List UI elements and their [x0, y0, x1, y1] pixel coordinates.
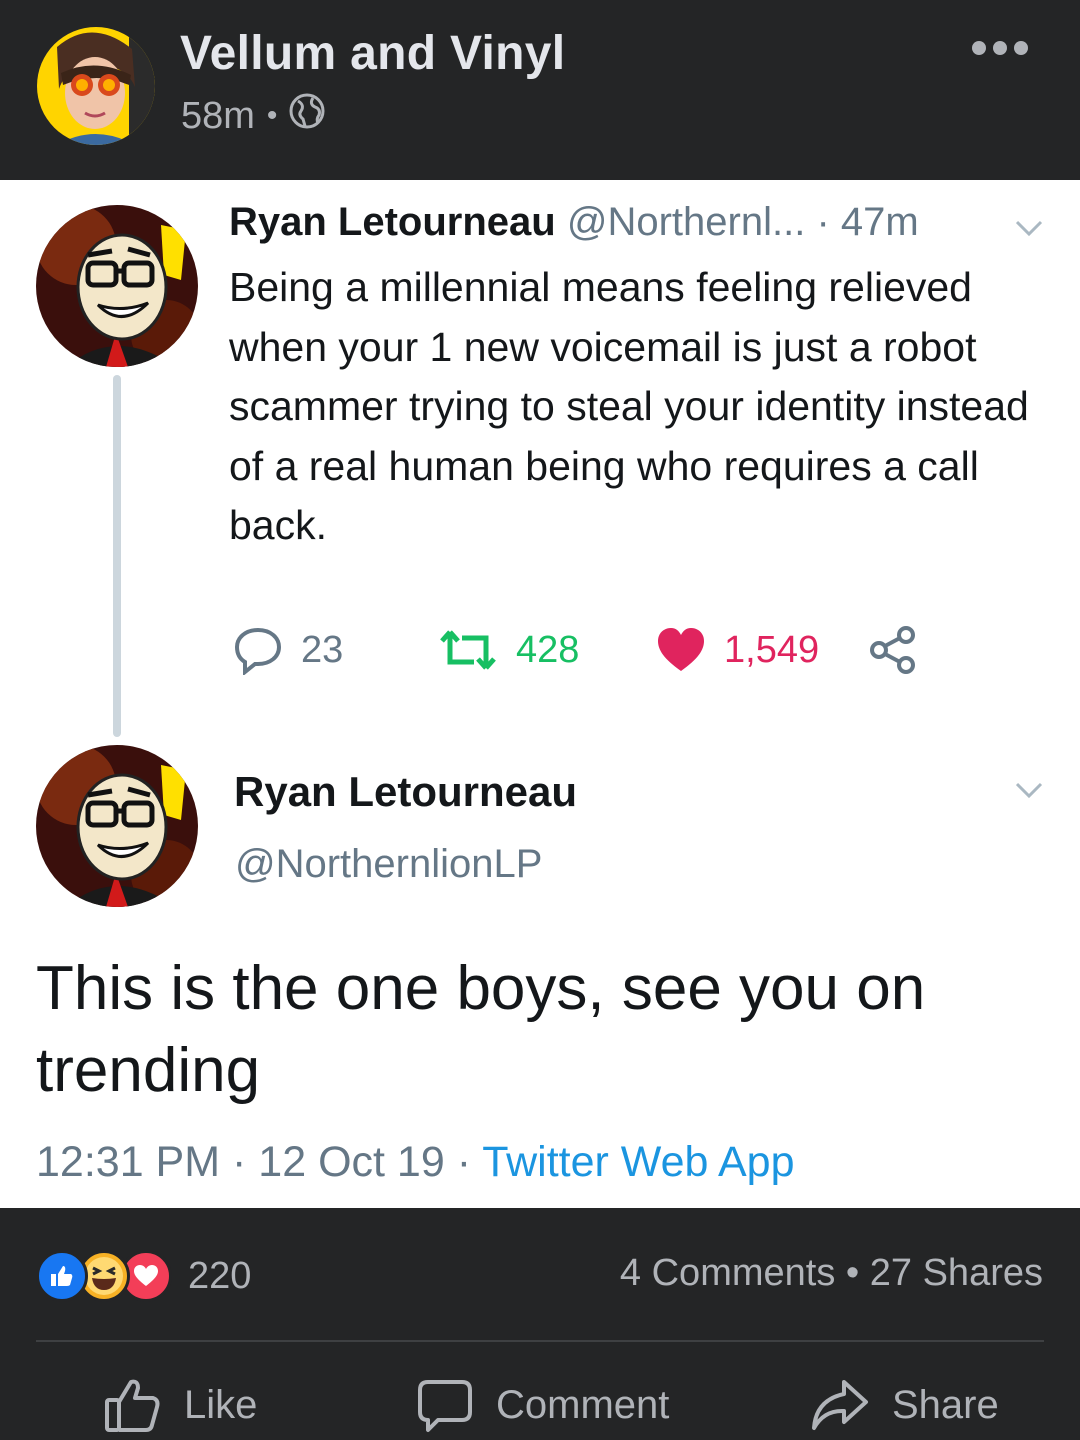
- comment-button[interactable]: Comment: [416, 1370, 669, 1440]
- tweet-avatar: [36, 205, 198, 367]
- share-arrow-icon: [812, 1380, 868, 1430]
- tweet-timestamp: 12:31 PM: [36, 1138, 221, 1186]
- comment-button-label: Comment: [496, 1382, 670, 1427]
- tweet-header: Ryan Letourneau @Northernl... · 47m: [229, 200, 919, 245]
- share-icon: [870, 626, 915, 674]
- chevron-down-icon: [1015, 782, 1043, 799]
- reaction-summary[interactable]: 220: [36, 1250, 252, 1302]
- heart-icon: [658, 628, 704, 671]
- tweet-date: 12 Oct 19: [258, 1138, 445, 1186]
- tweet-source: Twitter Web App: [482, 1138, 795, 1186]
- post-time[interactable]: 58m: [181, 95, 255, 138]
- tweet-avatar: [36, 745, 198, 907]
- post-header: Vellum and Vinyl 58m •: [0, 0, 1080, 180]
- tweet-author-name: Ryan Letourneau: [229, 200, 556, 244]
- tweet-actions: 23 428 1,549: [233, 620, 933, 680]
- reply-count: 23: [301, 628, 344, 671]
- page-name[interactable]: Vellum and Vinyl: [180, 26, 565, 81]
- share-button[interactable]: Share: [810, 1370, 999, 1440]
- post-action-bar: Like Comment Share: [0, 1370, 1080, 1440]
- chevron-down-icon: [1015, 220, 1043, 237]
- reply-icon: [234, 627, 282, 675]
- share-action: [870, 620, 916, 680]
- post-meta: 58m •: [181, 92, 325, 140]
- like-count: 1,549: [724, 628, 820, 671]
- tweet-text: This is the one boys, see you on trendin…: [36, 954, 926, 1105]
- retweet-action: 428: [438, 620, 579, 680]
- tweet-time: · 47m: [816, 200, 919, 244]
- post-stats: 4 Comments • 27 Shares: [620, 1252, 1043, 1295]
- page-avatar[interactable]: [37, 27, 155, 145]
- retweet-count: 428: [516, 628, 580, 671]
- comments-count[interactable]: 4 Comments: [620, 1252, 835, 1294]
- like-button[interactable]: Like: [104, 1370, 257, 1440]
- reaction-count: 220: [188, 1254, 252, 1297]
- share-button-label: Share: [892, 1382, 999, 1427]
- tweet-author-handle: @NorthernlionLP: [235, 842, 543, 886]
- tweet-text: Being a millennial means feeling relieve…: [229, 264, 1029, 548]
- tweet-meta: 12:31 PM · 12 Oct 19 · Twitter Web App: [36, 1138, 795, 1187]
- like-reaction-icon: [36, 1250, 88, 1302]
- meta-separator: ·: [456, 1138, 472, 1186]
- thread-line: [113, 375, 121, 737]
- shares-count[interactable]: 27 Shares: [870, 1252, 1043, 1294]
- tweet-author-handle: @Northernl...: [566, 200, 806, 244]
- globe-icon: [289, 93, 325, 139]
- like-button-label: Like: [184, 1382, 258, 1427]
- like-action: 1,549: [656, 620, 819, 680]
- thumbs-up-icon: [105, 1379, 160, 1432]
- meta-separator: •: [266, 99, 278, 132]
- divider: [36, 1340, 1044, 1342]
- retweet-icon: [440, 630, 496, 670]
- tweet-screenshot-image[interactable]: Ryan Letourneau @Northernl... · 47m Bein…: [0, 180, 1080, 1208]
- tweet-author-name: Ryan Letourneau: [234, 768, 578, 815]
- stats-separator: •: [845, 1252, 860, 1294]
- comment-icon: [418, 1380, 472, 1432]
- ellipsis-icon[interactable]: [972, 34, 1028, 62]
- reply-action: 23: [233, 620, 343, 680]
- meta-separator: ·: [232, 1138, 247, 1186]
